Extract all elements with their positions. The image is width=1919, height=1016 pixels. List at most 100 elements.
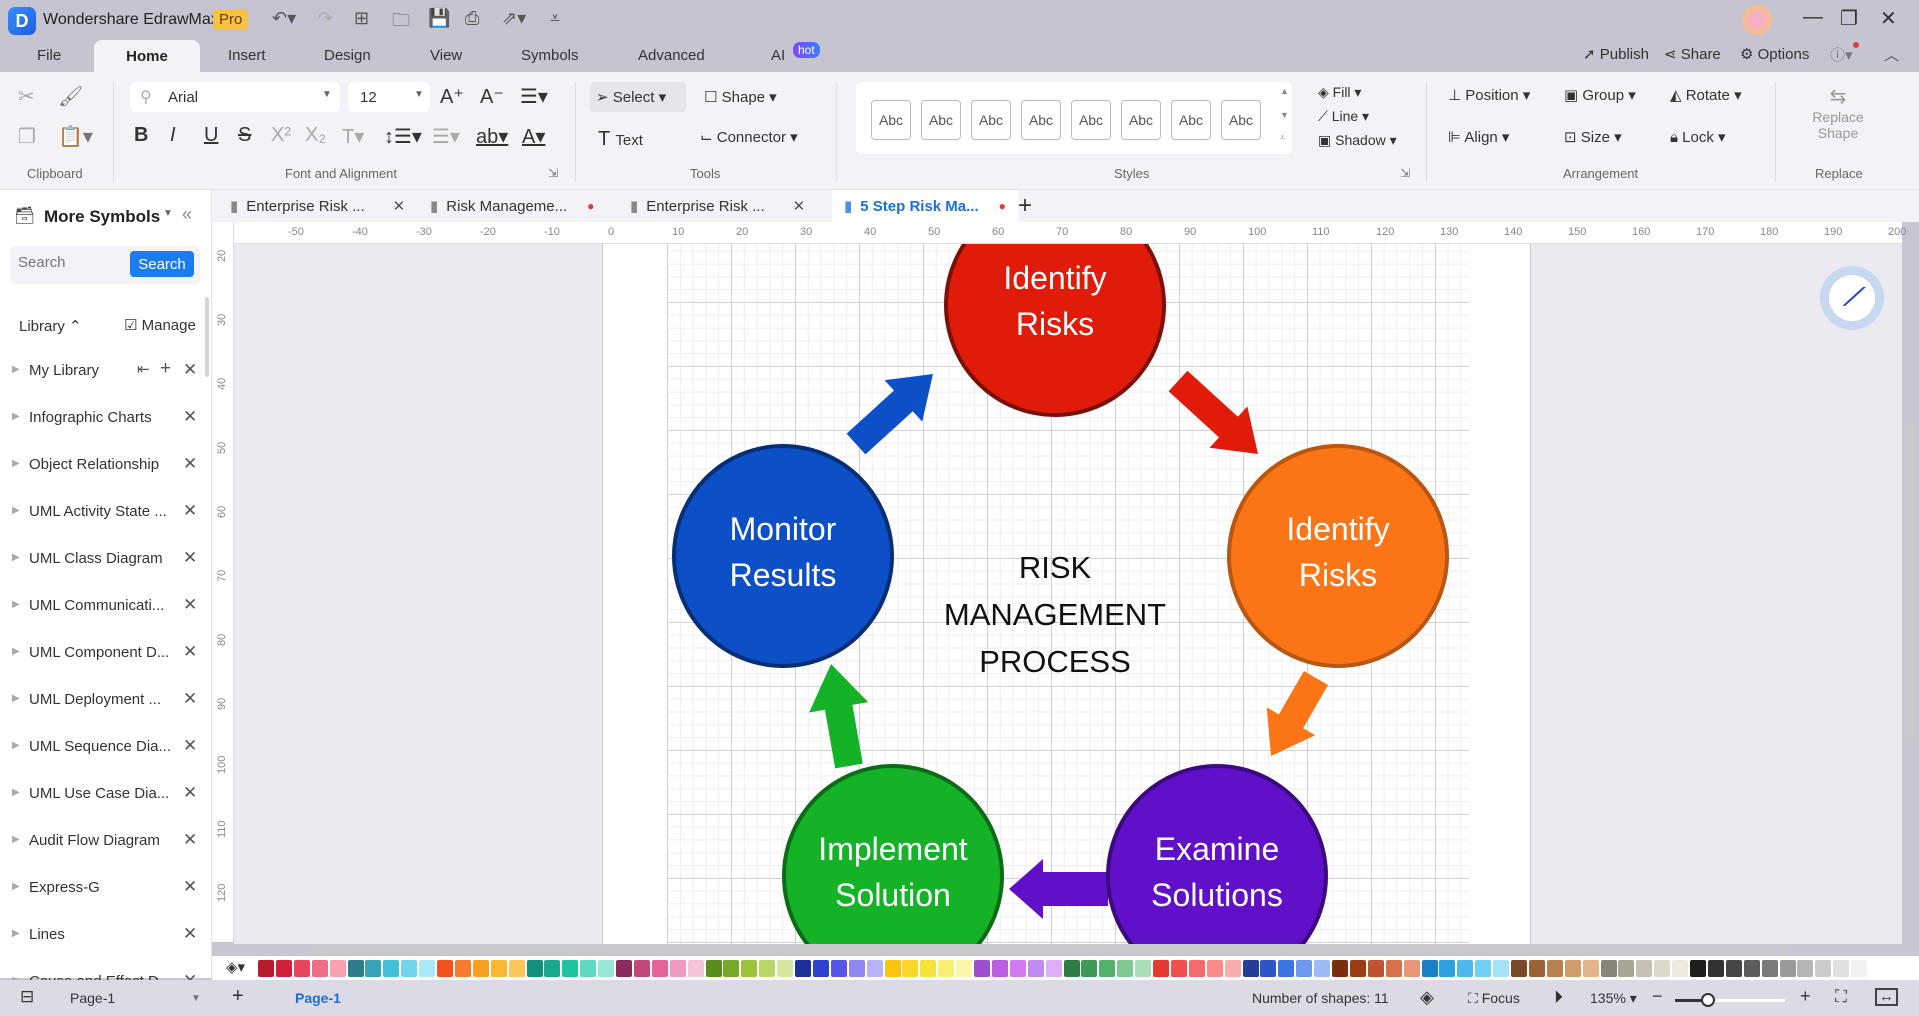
drawing-canvas[interactable]: Identify Risks Identify Risks Examine So… <box>234 244 1902 944</box>
color-swatch[interactable] <box>1188 960 1205 977</box>
color-swatch[interactable] <box>1278 960 1295 977</box>
export-icon[interactable]: ⇗▾ <box>502 8 526 29</box>
style-swatch[interactable]: Abc <box>971 100 1011 140</box>
step-implement-solution[interactable]: Implement Solution <box>782 764 1004 944</box>
color-swatch[interactable] <box>1170 960 1187 977</box>
symbol-search-input[interactable] <box>18 254 128 271</box>
library-item[interactable]: ▶ UML Use Case Dia... ✕ <box>0 773 205 819</box>
customize-quick-access-icon[interactable]: ⩡ <box>550 8 560 29</box>
library-toggle[interactable]: Library ⌃ <box>19 317 82 335</box>
arrow-orange[interactable] <box>1266 671 1329 756</box>
color-swatch[interactable] <box>562 960 579 977</box>
library-item[interactable]: ▶ Express-G ✕ <box>0 867 205 913</box>
close-library-icon[interactable]: ✕ <box>183 595 197 615</box>
color-swatch[interactable] <box>1654 960 1671 977</box>
new-icon[interactable]: ⊞ <box>354 8 369 29</box>
color-swatch[interactable] <box>759 960 776 977</box>
color-swatch[interactable] <box>401 960 418 977</box>
menu-home[interactable]: Home <box>94 40 200 72</box>
add-icon[interactable]: + <box>160 358 171 380</box>
color-swatch[interactable] <box>1833 960 1850 977</box>
decrease-font-icon[interactable]: A⁻ <box>480 84 504 109</box>
color-swatch[interactable] <box>329 960 346 977</box>
style-swatch[interactable]: Abc <box>1221 100 1261 140</box>
color-swatch[interactable] <box>580 960 597 977</box>
color-swatch[interactable] <box>1511 960 1527 977</box>
line-spacing-icon[interactable]: ↕☰▾ <box>384 124 422 149</box>
step-identify-risks-top[interactable]: Identify Risks <box>944 244 1166 417</box>
color-swatch[interactable] <box>1045 960 1062 977</box>
color-swatch[interactable] <box>311 960 328 977</box>
color-swatch[interactable] <box>1779 960 1796 977</box>
color-swatch[interactable] <box>633 960 650 977</box>
color-swatch[interactable] <box>991 960 1008 977</box>
text-align-icon[interactable]: ☰▾ <box>520 84 548 109</box>
color-swatch[interactable] <box>687 960 704 977</box>
color-swatch[interactable] <box>1063 960 1080 977</box>
arrow-green[interactable] <box>809 664 869 769</box>
expand-arrow-icon[interactable]: ▶ <box>12 928 20 939</box>
library-item[interactable]: ▶ UML Class Diagram ✕ <box>0 538 205 584</box>
expand-gallery-icon[interactable]: ⩡ <box>1280 132 1285 143</box>
color-swatch[interactable] <box>1564 960 1581 977</box>
font-family-select[interactable]: ⚲ Arial ▼ <box>130 82 340 112</box>
scroll-down-icon[interactable]: ▼ <box>1280 110 1289 120</box>
cut-icon[interactable]: ✂ <box>18 84 35 109</box>
horizontal-scrollbar[interactable] <box>310 944 1790 954</box>
color-swatch[interactable] <box>884 960 901 977</box>
add-page-icon[interactable]: + <box>232 985 244 1008</box>
close-library-icon[interactable]: ✕ <box>183 830 197 850</box>
color-swatch[interactable] <box>1815 960 1832 977</box>
color-swatch[interactable] <box>1421 960 1438 977</box>
color-swatch[interactable] <box>723 960 740 977</box>
close-library-icon[interactable]: ✕ <box>183 407 197 427</box>
collapse-panel-icon[interactable]: « <box>182 204 192 225</box>
expand-arrow-icon[interactable]: ▶ <box>12 834 20 845</box>
style-swatch[interactable]: Abc <box>1121 100 1161 140</box>
color-swatch[interactable] <box>544 960 561 977</box>
group-button[interactable]: ▣ Group ▾ <box>1564 86 1636 104</box>
color-swatch[interactable] <box>1636 960 1653 977</box>
color-swatch[interactable] <box>1797 960 1814 977</box>
redo-icon[interactable]: ↷ <box>318 8 333 29</box>
sidebar-scrollbar[interactable] <box>205 297 209 377</box>
library-item[interactable]: ▶ UML Deployment ... ✕ <box>0 679 205 725</box>
expand-arrow-icon[interactable]: ▶ <box>12 505 20 516</box>
close-library-icon[interactable]: ✕ <box>183 924 197 944</box>
color-swatch[interactable] <box>1332 960 1348 977</box>
close-library-icon[interactable]: ✕ <box>183 454 197 474</box>
color-swatch[interactable] <box>1475 960 1492 977</box>
underline-icon[interactable]: U <box>204 124 218 147</box>
tab-enterprise-risk-1[interactable]: ▮ Enterprise Risk ... ✕ <box>230 190 405 222</box>
color-swatch[interactable] <box>1260 960 1277 977</box>
color-swatch[interactable] <box>508 960 525 977</box>
library-item[interactable]: ▶ UML Component D... ✕ <box>0 632 205 678</box>
color-swatch[interactable] <box>490 960 507 977</box>
library-item[interactable]: ▶ Audit Flow Diagram ✕ <box>0 820 205 866</box>
color-swatch[interactable] <box>454 960 471 977</box>
fullscreen-icon[interactable]: ⛶ <box>1835 987 1847 1007</box>
close-library-icon[interactable]: ✕ <box>183 877 197 897</box>
color-swatch[interactable] <box>1009 960 1026 977</box>
close-library-icon[interactable]: ✕ <box>183 360 197 380</box>
style-swatch[interactable]: Abc <box>1071 100 1111 140</box>
library-item[interactable]: ▶ Infographic Charts ✕ <box>0 397 205 443</box>
select-tool[interactable]: ➢ Select ▾ <box>590 82 686 112</box>
color-swatch[interactable] <box>1672 960 1689 977</box>
expand-arrow-icon[interactable]: ▶ <box>12 693 20 704</box>
user-avatar[interactable] <box>1742 5 1772 35</box>
italic-icon[interactable]: I <box>170 124 176 147</box>
arrow-red[interactable] <box>1168 370 1258 454</box>
expand-arrow-icon[interactable]: ▶ <box>12 458 20 469</box>
fit-width-icon[interactable]: ↔ <box>1875 988 1898 1006</box>
color-swatch[interactable] <box>1296 960 1313 977</box>
color-swatch[interactable] <box>669 960 686 977</box>
expand-arrow-icon[interactable]: ▶ <box>12 646 20 657</box>
replace-shape-button[interactable]: ⇆ Replace Shape <box>1808 84 1868 141</box>
color-swatch[interactable] <box>956 960 973 977</box>
lock-button[interactable]: 🔒︎ Lock ▾ <box>1670 128 1726 146</box>
play-icon[interactable]: ⏵ <box>1554 987 1563 1008</box>
drawing-page[interactable]: Identify Risks Identify Risks Examine So… <box>602 244 1531 944</box>
color-swatch[interactable] <box>812 960 829 977</box>
rotate-button[interactable]: ◭ Rotate ▾ <box>1670 86 1742 104</box>
